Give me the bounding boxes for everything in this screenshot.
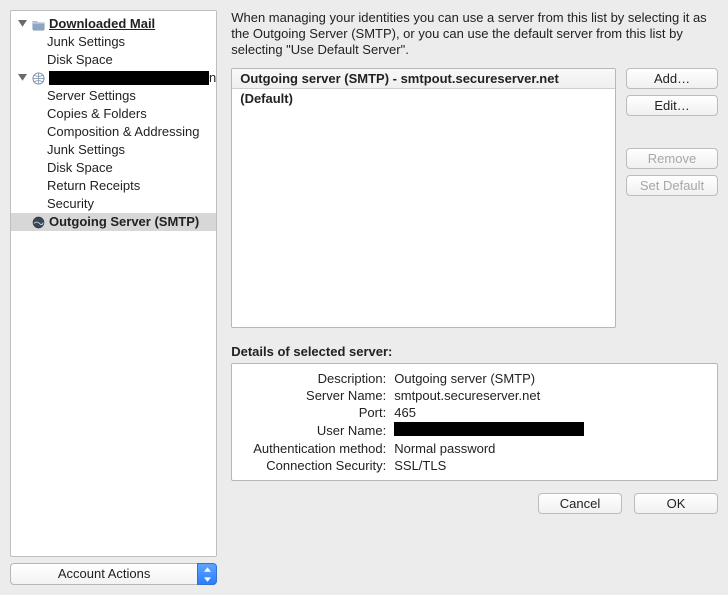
tree-item[interactable]: Server Settings <box>11 87 216 105</box>
detail-label: Authentication method: <box>240 440 390 457</box>
account-tree[interactable]: Downloaded MailJunk SettingsDisk SpacenS… <box>10 10 217 557</box>
server-details: Description:Outgoing server (SMTP)Server… <box>231 363 718 481</box>
edit-button[interactable]: Edit… <box>626 95 718 116</box>
tree-item[interactable]: n <box>11 69 216 87</box>
tree-item[interactable]: Junk Settings <box>11 141 216 159</box>
cancel-button[interactable]: Cancel <box>538 493 622 514</box>
disclosure-triangle-icon[interactable] <box>17 73 27 83</box>
tree-item[interactable]: Copies & Folders <box>11 105 216 123</box>
tree-item[interactable]: Downloaded Mail <box>11 15 216 33</box>
ok-button[interactable]: OK <box>634 493 718 514</box>
tree-item-label: Downloaded Mail <box>49 15 155 33</box>
detail-value: Outgoing server (SMTP) <box>390 370 588 387</box>
server-list[interactable]: Outgoing server (SMTP) - smtpout.secures… <box>231 68 616 328</box>
redacted-account-name <box>49 71 209 85</box>
remove-button[interactable]: Remove <box>626 148 718 169</box>
tree-item[interactable]: Return Receipts <box>11 177 216 195</box>
tree-item-label: Junk Settings <box>47 33 125 51</box>
detail-label: Port: <box>240 404 390 421</box>
detail-value: smtpout.secureserver.net <box>390 387 588 404</box>
globe-dark-icon <box>31 215 45 229</box>
tree-item[interactable]: Disk Space <box>11 51 216 69</box>
detail-label: Description: <box>240 370 390 387</box>
tree-item-label: Security <box>47 195 94 213</box>
tree-item[interactable]: Disk Space <box>11 159 216 177</box>
globe-icon <box>31 71 45 85</box>
disclosure-triangle-icon[interactable] <box>17 19 27 29</box>
tree-item-label: Copies & Folders <box>47 105 147 123</box>
detail-value: Normal password <box>390 440 588 457</box>
redacted-username <box>394 422 584 436</box>
account-actions-stepper[interactable] <box>197 563 217 585</box>
tree-item-label: Composition & Addressing <box>47 123 199 141</box>
detail-label: Server Name: <box>240 387 390 404</box>
set-default-button[interactable]: Set Default <box>626 175 718 196</box>
detail-value: SSL/TLS <box>390 457 588 474</box>
detail-label: Connection Security: <box>240 457 390 474</box>
tree-item[interactable]: Security <box>11 195 216 213</box>
details-title: Details of selected server: <box>231 344 718 359</box>
server-list-header[interactable]: Outgoing server (SMTP) - smtpout.secures… <box>232 69 615 89</box>
tree-item-label: Disk Space <box>47 159 113 177</box>
tree-item-selected[interactable]: Outgoing Server (SMTP) <box>11 213 216 231</box>
tree-item-label: Disk Space <box>47 51 113 69</box>
tree-item-label: Junk Settings <box>47 141 125 159</box>
tree-item-label: Return Receipts <box>47 177 140 195</box>
tree-item[interactable]: Composition & Addressing <box>11 123 216 141</box>
tree-item[interactable]: Junk Settings <box>11 33 216 51</box>
tree-item-label: Server Settings <box>47 87 136 105</box>
intro-text: When managing your identities you can us… <box>231 10 718 58</box>
tree-item-label: Outgoing Server (SMTP) <box>49 213 199 231</box>
add-button[interactable]: Add… <box>626 68 718 89</box>
detail-value <box>390 421 588 440</box>
detail-label: User Name: <box>240 421 390 440</box>
account-actions-dropdown[interactable]: Account Actions <box>10 563 197 585</box>
detail-value: 465 <box>390 404 588 421</box>
folder-icon <box>31 17 45 31</box>
